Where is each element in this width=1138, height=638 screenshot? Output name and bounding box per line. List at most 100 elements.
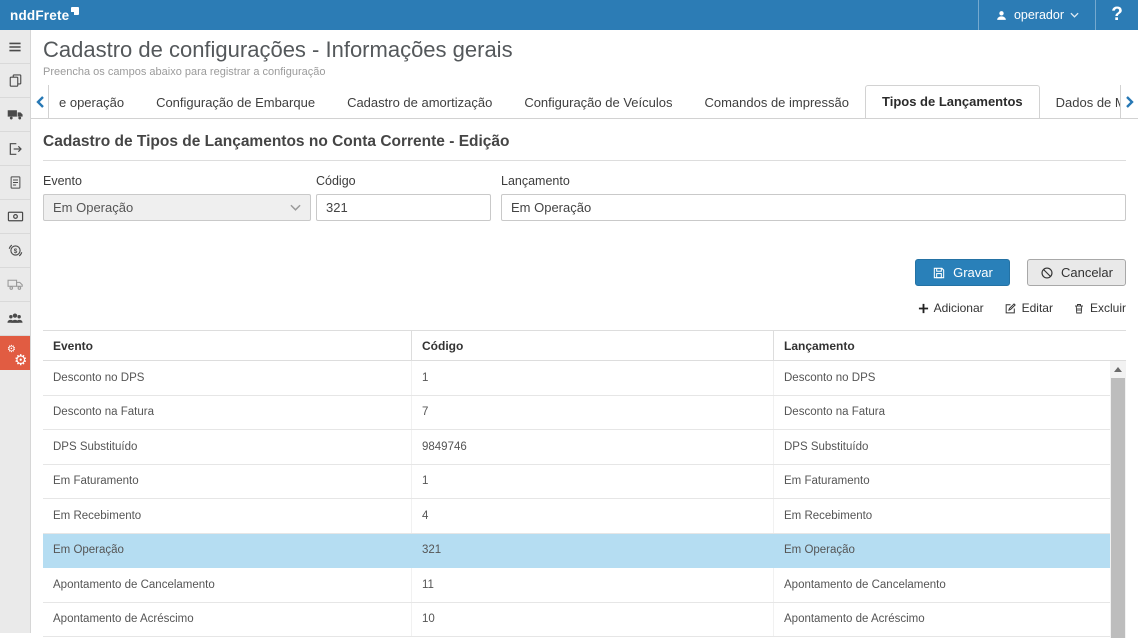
delivery-truck-icon [7,276,24,293]
user-name: operador [1014,8,1064,22]
brand-logo: nddFrete [0,0,79,30]
sidebar-item-delivery[interactable] [0,268,30,302]
table-row[interactable]: Em Operação321Em Operação [43,534,1126,569]
codigo-label: Código [316,174,491,188]
table-cell: Em Operação [773,534,1126,568]
cancel-icon [1040,266,1054,280]
evento-select[interactable]: Em Operação [43,194,311,221]
users-icon [6,310,24,328]
add-link[interactable]: Adicionar [918,301,984,315]
copy-icon [8,73,23,88]
table-row[interactable]: Apontamento de Cancelamento11Apontamento… [43,568,1126,603]
table-row[interactable]: Desconto na Fatura7Desconto na Fatura [43,396,1126,431]
table-cell: Em Faturamento [773,465,1126,499]
chevron-right-icon [1126,96,1134,108]
sidebar-item-documents[interactable] [0,64,30,98]
table-cell: Desconto na Fatura [773,396,1126,430]
scroll-up-arrow-icon [1114,367,1122,372]
action-links: Adicionar Editar Excluir [43,301,1126,315]
table-cell: DPS Substituído [773,430,1126,464]
tab-cadastro-amortizacao[interactable]: Cadastro de amortização [331,86,508,118]
table-cell: DPS Substituído [43,430,411,464]
sidebar-item-document[interactable] [0,166,30,200]
sidebar-item-menu[interactable] [0,30,30,64]
table-cell: Apontamento de Acréscimo [43,603,411,637]
plus-icon [918,303,929,314]
table-cell: Apontamento de Cancelamento [773,568,1126,602]
table-cell: 9849746 [411,430,773,464]
sidebar-item-money[interactable] [0,200,30,234]
save-button[interactable]: Gravar [915,259,1010,286]
sidebar-item-currency[interactable]: $ [0,234,30,268]
table-cell: 1 [411,465,773,499]
main-area: Cadastro de configurações - Informações … [31,30,1138,633]
user-menu[interactable]: operador [978,0,1096,30]
lancamento-input[interactable] [501,194,1126,221]
edit-link[interactable]: Editar [1004,301,1053,315]
page-title: Cadastro de configurações - Informações … [43,36,1138,64]
money-icon [7,208,24,225]
sidebar-item-users[interactable] [0,302,30,336]
table-cell: Desconto no DPS [43,361,411,395]
table-row[interactable]: Desconto no DPS1Desconto no DPS [43,361,1126,396]
table: Evento Código Lançamento Desconto no DPS… [43,330,1126,638]
document-icon [8,175,23,190]
tab-bar: e operaçãoConfiguração de EmbarqueCadast… [31,85,1138,119]
column-header-evento[interactable]: Evento [43,331,411,360]
tab-dados-mapeamento[interactable]: Dados de Mapeamento [1040,86,1120,118]
tab-operacao[interactable]: e operação [49,86,140,118]
svg-text:$: $ [13,248,17,255]
tab-scroll-right-button[interactable] [1120,85,1138,118]
table-cell: Em Recebimento [773,499,1126,533]
scroll-up-button[interactable] [1110,361,1126,377]
table-row[interactable]: Em Recebimento4Em Recebimento [43,499,1126,534]
table-cell: 321 [411,534,773,568]
table-cell: Desconto na Fatura [43,396,411,430]
page-subtitle: Preencha os campos abaixo para registrar… [43,66,1138,78]
add-link-label: Adicionar [934,301,984,315]
tab-configuracao-veiculos[interactable]: Configuração de Veículos [508,86,688,118]
sidebar-item-export[interactable] [0,132,30,166]
section-title: Cadastro de Tipos de Lançamentos no Cont… [43,133,1126,161]
column-header-lancamento[interactable]: Lançamento [773,331,1126,360]
scrollbar-thumb[interactable] [1111,378,1125,638]
delete-link[interactable]: Excluir [1073,301,1126,315]
codigo-input[interactable] [316,194,491,221]
chevron-down-icon [1070,12,1079,18]
content: Cadastro de Tipos de Lançamentos no Cont… [31,133,1138,638]
cancel-button-label: Cancelar [1061,265,1113,280]
table-cell: Em Operação [43,534,411,568]
tab-configuracao-embarque[interactable]: Configuração de Embarque [140,86,331,118]
user-icon [995,9,1008,22]
edit-link-label: Editar [1022,301,1053,315]
tab-scroll-left-button[interactable] [31,85,49,118]
table-cell: 7 [411,396,773,430]
table-row[interactable]: DPS Substituído9849746DPS Substituído [43,430,1126,465]
brand-text: nddFrete [10,8,69,23]
table-row[interactable]: Apontamento de Acréscimo10Apontamento de… [43,603,1126,638]
sidebar-item-settings[interactable]: ⚙⚙ [0,336,30,370]
chevron-down-icon [290,204,301,211]
table-row[interactable]: Em Faturamento1Em Faturamento [43,465,1126,500]
cancel-button[interactable]: Cancelar [1027,259,1126,286]
sidebar: $ ⚙⚙ [0,30,31,633]
sidebar-item-truck[interactable] [0,98,30,132]
table-cell: Em Recebimento [43,499,411,533]
chevron-left-icon [36,96,44,108]
edit-icon [1004,302,1017,315]
button-row: Gravar Cancelar [43,259,1126,286]
table-cell: Apontamento de Cancelamento [43,568,411,602]
table-cell: 10 [411,603,773,637]
table-cell: 4 [411,499,773,533]
column-header-codigo[interactable]: Código [411,331,773,360]
tab-comandos-impressao[interactable]: Comandos de impressão [688,86,865,118]
currency-refresh-icon: $ [7,242,24,259]
brand-mark-icon [71,7,79,15]
table-cell: Desconto no DPS [773,361,1126,395]
tab-tipos-lancamentos[interactable]: Tipos de Lançamentos [865,85,1040,118]
form-row: Evento Em Operação Código Lançamento [43,174,1126,221]
help-button[interactable]: ? [1096,0,1138,30]
tabs-container: e operaçãoConfiguração de EmbarqueCadast… [49,85,1120,118]
save-button-label: Gravar [953,265,993,280]
table-scrollbar[interactable] [1110,361,1126,638]
